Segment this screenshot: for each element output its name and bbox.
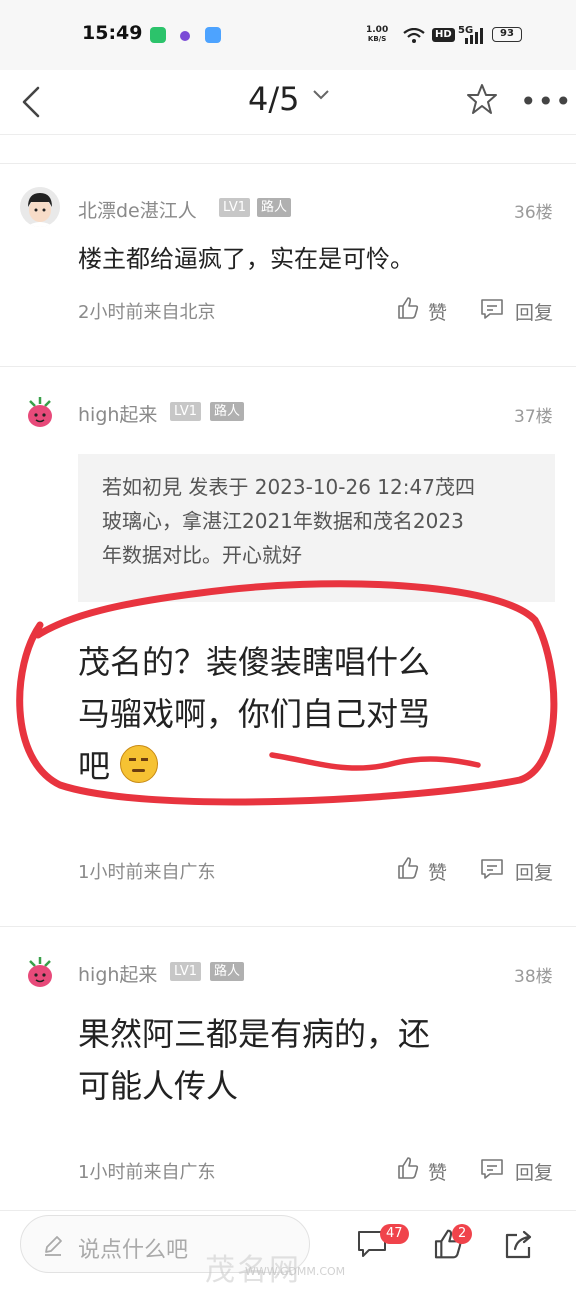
- like-button[interactable]: 赞: [428, 1158, 447, 1185]
- role-badge: 路人: [257, 198, 292, 217]
- star-favorite-icon[interactable]: [465, 82, 499, 116]
- weather-notification-icon: [205, 27, 221, 43]
- divider: [0, 366, 576, 367]
- wifi-icon: [403, 28, 425, 43]
- hd-icon: HD: [432, 28, 455, 42]
- floor-number: 38楼: [514, 967, 553, 987]
- comment-bubble-icon[interactable]: [480, 857, 504, 881]
- share-icon[interactable]: [503, 1229, 535, 1261]
- comment-meta: 1小时前来自广东: [78, 862, 216, 883]
- role-badge: 路人: [210, 402, 245, 421]
- floor-number: 36楼: [514, 203, 553, 223]
- avatar[interactable]: [20, 187, 60, 227]
- network-speed-value: 1.00: [366, 25, 389, 35]
- app-notification-icon: [180, 31, 190, 41]
- cartoon-boy-avatar: [20, 187, 60, 227]
- comment-text-line: 可能人传人: [78, 1067, 239, 1105]
- reply-button[interactable]: 回复: [515, 1158, 553, 1185]
- divider: [0, 926, 576, 927]
- thumbs-up-icon[interactable]: [396, 856, 420, 880]
- comment-meta: 2小时前来自北京: [78, 302, 216, 323]
- avatar[interactable]: [20, 952, 60, 992]
- comment-text-line: 果然阿三都是有病的，还: [78, 1015, 431, 1053]
- back-arrow-icon[interactable]: [18, 84, 48, 120]
- dragon-fruit-avatar: [20, 952, 60, 992]
- comment-input-placeholder[interactable]: 说点什么吧: [78, 1232, 188, 1264]
- network-speed-unit: KB/S: [367, 35, 387, 43]
- red-annotation-circle: [16, 580, 558, 806]
- comment-text: 果然阿三都是有病的，还 可能人传人: [78, 1008, 548, 1112]
- quote-line: 玻璃心，拿湛江2021年数据和茂名2023: [102, 509, 464, 533]
- reply-button[interactable]: 回复: [515, 858, 553, 885]
- comment-username[interactable]: 北漂de湛江人: [78, 196, 197, 223]
- top-nav-bar: 4/5 •••: [0, 70, 576, 135]
- reply-button[interactable]: 回复: [515, 298, 553, 325]
- dragon-fruit-avatar: [20, 392, 60, 432]
- quote-line: 年数据对比。开心就好: [102, 543, 302, 567]
- status-time: 15:49: [82, 22, 143, 44]
- level-badge: LV1: [170, 402, 201, 421]
- comment-username[interactable]: high起来: [78, 400, 157, 427]
- comment-text: 楼主都给逼疯了，实在是可怜。: [78, 245, 414, 273]
- watermark-url: WWW.GDMM.COM: [245, 1265, 346, 1278]
- role-badge: 路人: [210, 962, 245, 981]
- more-options-icon[interactable]: •••: [520, 85, 573, 118]
- comment-bubble-icon[interactable]: [480, 1157, 504, 1181]
- quote-line: 若如初見 发表于 2023-10-26 12:47茂四: [102, 475, 475, 499]
- status-bar: 15:49 1.00 KB/S HD 5G 93: [0, 0, 576, 70]
- floor-number: 37楼: [514, 407, 553, 427]
- thumbs-up-icon[interactable]: [396, 296, 420, 320]
- chevron-down-icon[interactable]: [312, 88, 330, 102]
- network-speed: 1.00 KB/S: [366, 26, 388, 44]
- wechat-notification-icon: [150, 27, 166, 43]
- thumbs-up-icon[interactable]: [396, 1156, 420, 1180]
- level-badge: LV1: [170, 962, 201, 981]
- comment-meta: 1小时前来自广东: [78, 1162, 216, 1183]
- pencil-icon: [45, 1236, 62, 1256]
- comment-bubble-icon[interactable]: [480, 297, 504, 321]
- divider: [0, 163, 576, 164]
- like-button[interactable]: 赞: [428, 298, 447, 325]
- signal-icon: [465, 28, 483, 44]
- level-badge: LV1: [219, 198, 250, 217]
- comment-username[interactable]: high起来: [78, 960, 157, 987]
- avatar[interactable]: [20, 392, 60, 432]
- battery-icon: 93: [492, 27, 522, 42]
- comment-count-badge: 47: [380, 1224, 409, 1244]
- page-indicator[interactable]: 4/5: [248, 80, 300, 118]
- like-button[interactable]: 赞: [428, 858, 447, 885]
